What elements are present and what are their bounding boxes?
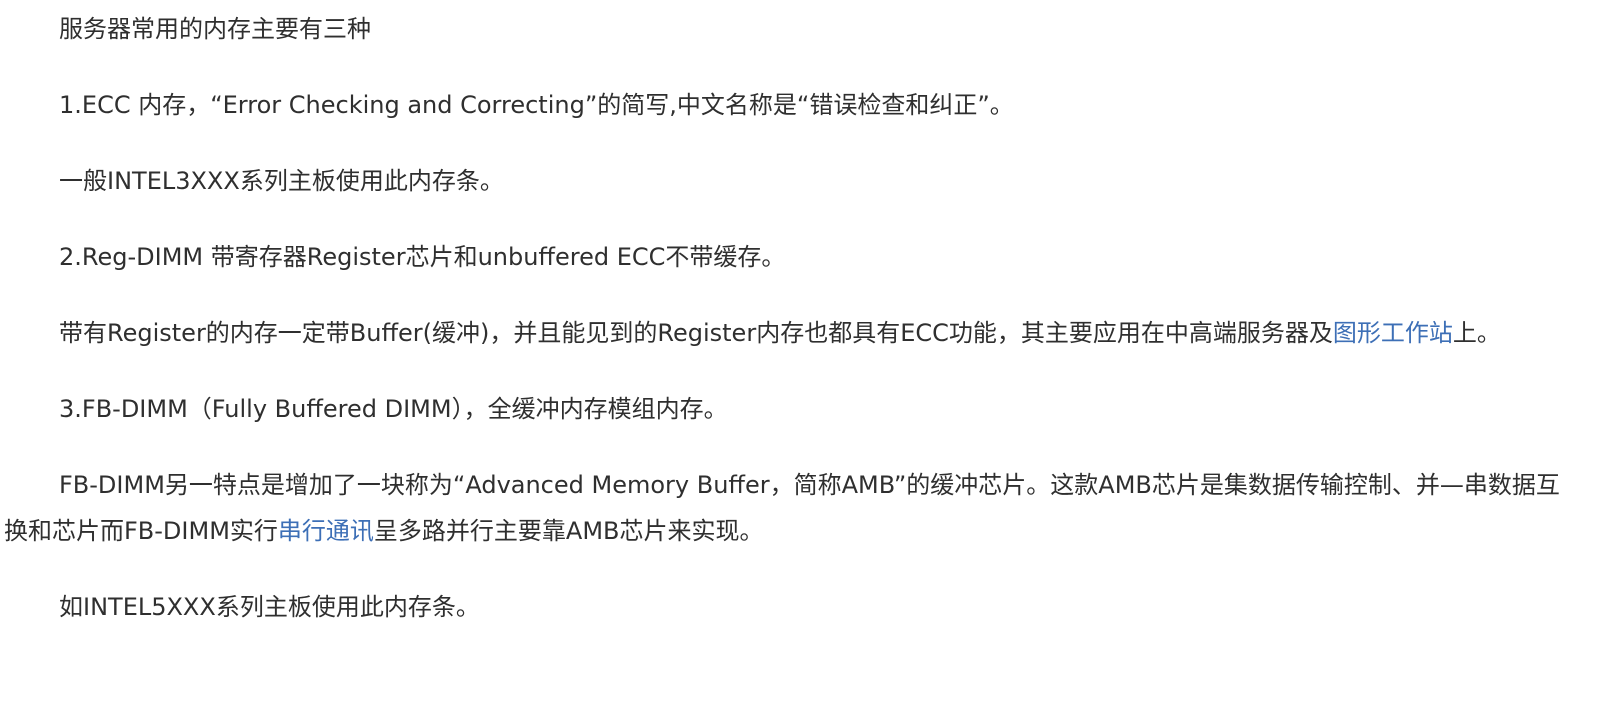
intel5xxx-paragraph: 如INTEL5XXX系列主板使用此内存条。 [59,593,480,621]
register-text-after: 上。 [1452,319,1501,347]
intel3xxx-paragraph: 一般INTEL3XXX系列主板使用此内存条。 [59,167,504,195]
reg-dimm-paragraph: 2.Reg-DIMM 带寄存器Register芯片和unbuffered ECC… [59,243,786,271]
intro-paragraph: 服务器常用的内存主要有三种 [59,15,371,43]
amb-paragraph: FB-DIMM另一特点是增加了一块称为“Advanced Memory Buff… [4,462,1564,554]
graphics-workstation-link[interactable]: 图形工作站 [1333,319,1453,347]
article-body: 服务器常用的内存主要有三种 1.ECC 内存，“Error Checking a… [4,6,1564,630]
serial-communication-link[interactable]: 串行通讯 [278,517,374,545]
fb-dimm-paragraph: 3.FB-DIMM（Fully Buffered DIMM），全缓冲内存模组内存… [59,395,728,423]
ecc-paragraph: 1.ECC 内存，“Error Checking and Correcting”… [59,91,1014,119]
amb-text-before: FB-DIMM另一特点是增加了一块称为“Advanced Memory Buff… [4,471,1560,545]
amb-text-after: 呈多路并行主要靠AMB芯片来实现。 [373,517,764,545]
register-text-before: 带有Register的内存一定带Buffer(缓冲)，并且能见到的Registe… [59,319,1333,347]
register-paragraph: 带有Register的内存一定带Buffer(缓冲)，并且能见到的Registe… [4,310,1564,356]
